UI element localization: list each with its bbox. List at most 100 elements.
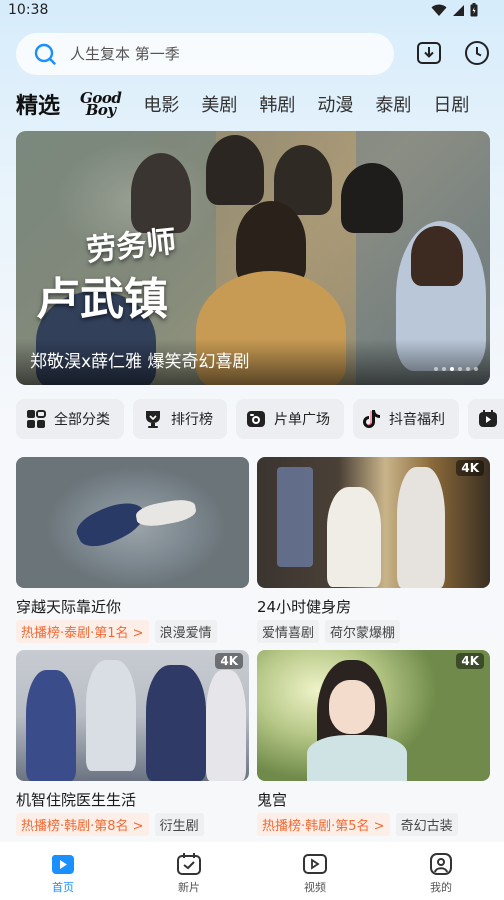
genre-tag: 浪漫爱情 (154, 620, 217, 643)
video-title: 穿越天际靠近你 (16, 598, 122, 616)
banner-caption-overlay: 郑敬淏x薛仁雅 爆笑奇幻喜剧 (16, 339, 490, 385)
thumbnail-figure (72, 493, 150, 555)
hot-rank-tag[interactable]: 热播榜·韩剧·第5名 > (257, 813, 390, 836)
video-thumbnail[interactable] (16, 457, 249, 588)
home-icon (52, 855, 74, 874)
thumbnail-figure (397, 467, 445, 588)
tab-thai-drama[interactable]: 泰剧 (375, 91, 411, 117)
video-title: 机智住院医生生活 (16, 791, 137, 809)
bottom-navigation: 首页 新片 视频 我的 (0, 842, 504, 900)
chip-label: 排行榜 (171, 412, 213, 428)
pagination-dot (474, 367, 478, 371)
category-tabs: 精选 Good Boy 电影 美剧 韩剧 动漫 泰剧 日剧 (16, 86, 504, 122)
video-camera-icon (303, 854, 327, 874)
wifi-icon (431, 4, 447, 16)
profile-icon (430, 853, 452, 875)
tab-featured[interactable]: 精选 (16, 88, 60, 120)
genre-tag: 奇幻古装 (395, 813, 458, 836)
tab-anime[interactable]: 动漫 (317, 91, 353, 117)
thumbnail-figure (329, 680, 375, 734)
hero-banner[interactable]: 劳务师 卢武镇 郑敬淏x薛仁雅 爆笑奇幻喜剧 (16, 131, 490, 385)
4k-badge: 4K (215, 653, 243, 669)
search-icon (34, 43, 56, 65)
chip-label: 全部分类 (54, 412, 110, 428)
chip-schedule[interactable]: 排 (468, 399, 504, 439)
tab-movies[interactable]: 电影 (143, 91, 179, 117)
video-tags: 热播榜·韩剧·第5名 > 奇幻古装 (257, 813, 490, 836)
pagination-dot (458, 367, 462, 371)
nav-video[interactable]: 视频 (252, 842, 378, 900)
nav-label: 我的 (430, 881, 452, 894)
download-button[interactable] (414, 38, 444, 68)
banner-figure (341, 163, 403, 233)
play-schedule-icon (479, 410, 497, 427)
hot-rank-tag[interactable]: 热播榜·韩剧·第8名 > (16, 813, 149, 836)
video-thumbnail[interactable]: 4K (257, 457, 490, 588)
video-thumbnail[interactable]: 4K (16, 650, 249, 781)
banner-figure (206, 135, 264, 205)
tab-j-drama[interactable]: 日剧 (433, 91, 469, 117)
thumbnail-figure (86, 660, 136, 771)
video-card[interactable]: 穿越天际靠近你 热播榜·泰剧·第1名 > 浪漫爱情 (16, 457, 249, 643)
logo-line-2: Boy (85, 101, 116, 119)
nav-label: 新片 (178, 881, 200, 894)
tiktok-icon (363, 410, 380, 428)
banner-pagination (434, 367, 478, 371)
nav-profile[interactable]: 我的 (378, 842, 504, 900)
download-icon (417, 42, 441, 64)
video-tags: 爱情喜剧 荷尔蒙爆棚 (257, 620, 490, 643)
battery-icon (470, 3, 478, 17)
thumbnail-figure (277, 467, 313, 567)
nav-home[interactable]: 首页 (0, 842, 126, 900)
banner-caption: 郑敬淏x薛仁雅 爆笑奇幻喜剧 (30, 352, 250, 372)
status-icons (431, 3, 478, 17)
4k-badge: 4K (456, 460, 484, 476)
banner-figure (411, 226, 463, 286)
chip-playlist-plaza[interactable]: 片单广场 (236, 399, 344, 439)
status-time: 10:38 (8, 2, 49, 18)
chip-rankings[interactable]: 排行榜 (133, 399, 227, 439)
thumbnail-figure (26, 670, 76, 781)
video-card[interactable]: 4K 24小时健身房 爱情喜剧 荷尔蒙爆棚 (257, 457, 490, 643)
grid-icon (27, 410, 46, 428)
new-releases-icon (177, 853, 201, 875)
chip-all-categories[interactable]: 全部分类 (16, 399, 124, 439)
chip-douyin-benefits[interactable]: 抖音福利 (353, 399, 459, 439)
banner-title-art: 劳务师 卢武镇 (36, 221, 178, 327)
video-card[interactable]: 4K 机智住院医生生活 热播榜·韩剧·第8名 > 衍生剧 (16, 650, 249, 836)
thumbnail-figure (206, 670, 246, 781)
tab-k-drama[interactable]: 韩剧 (259, 91, 295, 117)
hot-rank-tag[interactable]: 热播榜·泰剧·第1名 > (16, 620, 149, 643)
pagination-dot (434, 367, 438, 371)
nav-new-releases[interactable]: 新片 (126, 842, 252, 900)
search-input[interactable] (70, 45, 360, 63)
genre-tag: 爱情喜剧 (257, 620, 320, 643)
banner-title-line-2: 卢武镇 (36, 274, 168, 325)
thumbnail-figure (146, 665, 206, 781)
video-card[interactable]: 4K 鬼宫 热播榜·韩剧·第5名 > 奇幻古装 (257, 650, 490, 836)
history-button[interactable] (462, 38, 492, 68)
genre-tag: 荷尔蒙爆棚 (325, 620, 401, 643)
chip-label: 片单广场 (274, 412, 330, 428)
status-bar: 10:38 (0, 0, 504, 22)
genre-tag: 衍生剧 (154, 813, 204, 836)
video-thumbnail[interactable]: 4K (257, 650, 490, 781)
chip-label: 抖音福利 (389, 412, 445, 428)
pagination-dot (466, 367, 470, 371)
playlist-icon (247, 411, 265, 427)
quick-entry-row: 全部分类 排行榜 片单广场 抖音福利 排 (16, 399, 504, 439)
video-tags: 热播榜·韩剧·第8名 > 衍生剧 (16, 813, 249, 836)
cellular-signal-icon (453, 4, 464, 16)
nav-label: 视频 (304, 881, 326, 894)
tab-good-boy-logo[interactable]: Good Boy (80, 91, 122, 119)
tab-us-drama[interactable]: 美剧 (201, 91, 237, 117)
trophy-icon (146, 411, 160, 428)
4k-badge: 4K (456, 653, 484, 669)
clock-icon (465, 41, 489, 65)
pagination-dot (442, 367, 446, 371)
banner-title-line-1: 劳务师 (84, 224, 178, 269)
video-title: 24小时健身房 (257, 598, 352, 616)
thumbnail-figure (327, 487, 381, 587)
search-bar[interactable] (16, 33, 394, 75)
nav-label: 首页 (52, 881, 74, 894)
